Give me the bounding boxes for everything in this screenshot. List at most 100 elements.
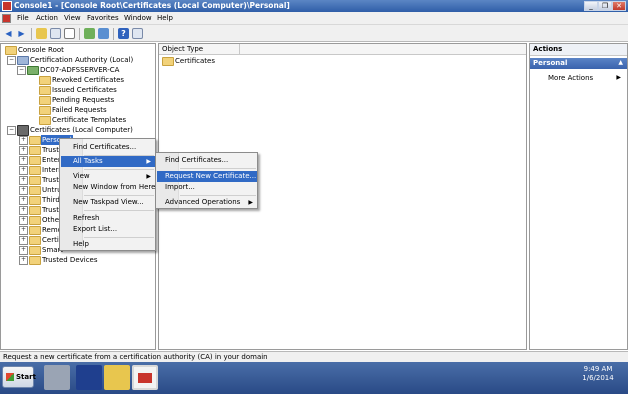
menu-view[interactable]: View [64, 14, 81, 22]
expand-icon[interactable]: + [19, 186, 28, 195]
collapse-icon[interactable]: − [17, 66, 26, 75]
server-manager-icon[interactable] [44, 365, 70, 390]
expand-icon[interactable]: + [19, 226, 28, 235]
collapse-icon[interactable]: − [7, 126, 16, 135]
show-hide-tree-icon[interactable] [50, 28, 61, 39]
folder-icon [29, 166, 41, 175]
action-more-actions[interactable]: More Actions ▶ [530, 73, 627, 84]
actions-section-label: Personal [533, 59, 568, 67]
window-title: Console1 - [Console Root\Certificates (L… [14, 1, 290, 10]
properties-icon[interactable] [98, 28, 109, 39]
start-button[interactable]: Start [2, 366, 36, 388]
expand-icon[interactable]: + [19, 136, 28, 145]
folder-icon [162, 57, 174, 66]
menu-item-import[interactable]: Import... [157, 182, 257, 193]
menu-favorites[interactable]: Favorites [87, 14, 119, 22]
menu-item-advanced-operations[interactable]: Advanced Operations ▶ [157, 197, 257, 208]
actions-header-band: Actions [530, 44, 627, 56]
explorer-folder-icon[interactable] [104, 365, 130, 390]
system-clock[interactable]: 9:49 AM 1/6/2014 [570, 365, 626, 391]
menu-file[interactable]: File [17, 14, 29, 22]
status-text: Request a new certificate from a certifi… [3, 353, 268, 361]
context-menu: Find Certificates... All Tasks ▶ View ▶ … [59, 138, 156, 251]
windows-logo-icon [6, 373, 14, 381]
menu-item-help[interactable]: Help [61, 239, 155, 250]
menu-action[interactable]: Action [36, 14, 58, 22]
expand-icon[interactable]: + [19, 206, 28, 215]
menu-help[interactable]: Help [157, 14, 173, 22]
actions-section-personal[interactable]: Personal ▲ [530, 58, 627, 69]
forward-arrow-icon[interactable]: ▶ [16, 28, 27, 39]
toolbar-separator [31, 28, 32, 40]
certification-authority-icon [17, 56, 29, 65]
collapse-icon[interactable]: − [7, 56, 16, 65]
menu-separator [84, 210, 154, 211]
expand-icon[interactable]: + [19, 216, 28, 225]
expand-icon[interactable]: + [19, 176, 28, 185]
expand-icon[interactable]: + [19, 236, 28, 245]
folder-icon [29, 156, 41, 165]
folder-icon [29, 186, 41, 195]
menu-separator [84, 237, 154, 238]
title-bar[interactable]: Console1 - [Console Root\Certificates (L… [0, 0, 628, 12]
menu-item-new-taskpad-view[interactable]: New Taskpad View... [61, 197, 155, 208]
folder-icon [29, 196, 41, 205]
status-bar: Request a new certificate from a certifi… [0, 351, 628, 362]
toolbar: ◀ ▶ ? [0, 25, 628, 42]
mmc-taskbar-icon[interactable] [132, 365, 158, 390]
show-hide-action-pane-icon[interactable] [132, 28, 143, 39]
menu-item-find-certificates[interactable]: Find Certificates... [61, 142, 155, 153]
all-tasks-submenu: Find Certificates... Request New Certifi… [155, 152, 258, 209]
menu-separator [180, 168, 256, 169]
actions-header: Actions [533, 45, 563, 53]
clock-date: 1/6/2014 [582, 374, 614, 382]
folder-icon [39, 86, 51, 95]
clock-time: 9:49 AM [583, 365, 613, 373]
actions-pane: Actions Personal ▲ More Actions ▶ [529, 43, 628, 350]
mmc-app-icon[interactable] [2, 1, 12, 11]
help-icon[interactable]: ? [118, 28, 129, 39]
menu-separator [84, 169, 154, 170]
folder-icon [39, 76, 51, 85]
folder-icon [39, 106, 51, 115]
minimize-button[interactable]: _ [584, 1, 598, 11]
folder-icon [39, 96, 51, 105]
up-folder-icon[interactable] [36, 28, 47, 39]
list-header: Object Type [159, 44, 526, 55]
menu-item-new-window[interactable]: New Window from Here [61, 182, 155, 193]
menu-item-all-tasks[interactable]: All Tasks ▶ [61, 156, 155, 167]
folder-icon [29, 216, 41, 225]
restore-button[interactable]: ❐ [598, 1, 612, 11]
submenu-arrow-icon: ▶ [248, 199, 253, 206]
expand-icon[interactable]: + [19, 146, 28, 155]
menu-item-find-certificates[interactable]: Find Certificates... [157, 155, 257, 166]
back-arrow-icon[interactable]: ◀ [3, 28, 14, 39]
expand-icon[interactable]: + [19, 156, 28, 165]
folder-icon [29, 226, 41, 235]
menu-item-refresh[interactable]: Refresh [61, 213, 155, 224]
export-list-icon[interactable] [64, 28, 75, 39]
powershell-icon[interactable] [76, 365, 102, 390]
expand-icon[interactable]: + [19, 256, 28, 265]
collapse-section-icon[interactable]: ▲ [618, 59, 623, 66]
expand-icon[interactable]: + [19, 246, 28, 255]
menu-item-request-new-certificate[interactable]: Request New Certificate... [157, 171, 257, 182]
expand-icon[interactable]: + [19, 196, 28, 205]
menu-item-export-list[interactable]: Export List... [61, 224, 155, 235]
folder-icon [29, 246, 41, 255]
folder-icon [29, 146, 41, 155]
folder-icon [29, 136, 41, 145]
refresh-icon[interactable] [84, 28, 95, 39]
menu-separator [180, 195, 256, 196]
ca-server-icon [27, 66, 39, 75]
expand-icon[interactable]: + [19, 166, 28, 175]
menu-bar: File Action View Favorites Window Help [0, 12, 628, 25]
menu-window[interactable]: Window [124, 14, 152, 22]
column-divider[interactable] [239, 44, 240, 54]
close-button[interactable]: ✕ [612, 1, 626, 11]
system-menu-icon[interactable] [2, 14, 11, 23]
column-header-object-type[interactable]: Object Type [162, 45, 203, 53]
menu-item-view[interactable]: View ▶ [61, 171, 155, 182]
toolbar-separator [79, 28, 80, 40]
folder-icon [29, 236, 41, 245]
